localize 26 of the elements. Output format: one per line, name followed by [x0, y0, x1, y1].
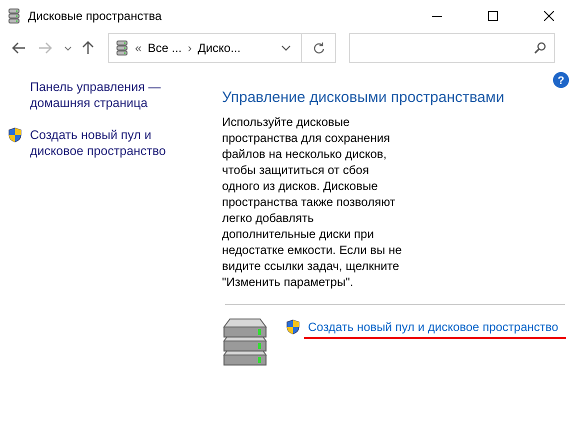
help-icon[interactable]: ? [553, 72, 569, 88]
breadcrumb[interactable]: Все ... [148, 41, 182, 55]
breadcrumb[interactable]: Диско... [198, 41, 241, 55]
chevron-down-icon[interactable] [64, 46, 72, 50]
address-bar[interactable]: « Все ... › Диско... [108, 33, 302, 63]
refresh-icon [312, 42, 324, 54]
shield-icon [286, 319, 300, 335]
breadcrumb-separator[interactable]: « [135, 41, 142, 55]
maximize-icon[interactable] [488, 10, 498, 20]
breadcrumb-separator[interactable]: › [188, 41, 192, 55]
create-pool-link[interactable]: Создать новый пул и дисковое пространство [308, 320, 558, 334]
sidebar-link[interactable]: Панель управления — домашняя страница [30, 79, 180, 111]
shield-icon [8, 127, 22, 143]
description-text: Используйте дисковые пространства для сохранения файлов на несколько дисков, чтобы защититься от сбоя одного из дисков. Дисковые пространства также позволяют легко добавлять дополнительные диски при недостатке емкости. Если вы не видите ссылки задач, щелкните "Изменить параметры". [222, 114, 403, 290]
search-field[interactable] [349, 33, 555, 63]
close-icon[interactable] [544, 10, 554, 20]
search-icon [534, 42, 546, 54]
back-arrow-icon[interactable] [12, 42, 26, 54]
chevron-down-icon[interactable] [281, 45, 291, 51]
page-heading: Управление дисковыми пространствами [222, 89, 506, 106]
window-title: Дисковые пространства [28, 8, 162, 22]
drives-icon [116, 40, 128, 56]
up-arrow-icon[interactable] [82, 41, 94, 55]
refresh-button[interactable] [302, 33, 336, 63]
sidebar-link[interactable]: Создать новый пул и дисковое пространство [30, 127, 180, 159]
drives-icon [8, 8, 20, 24]
